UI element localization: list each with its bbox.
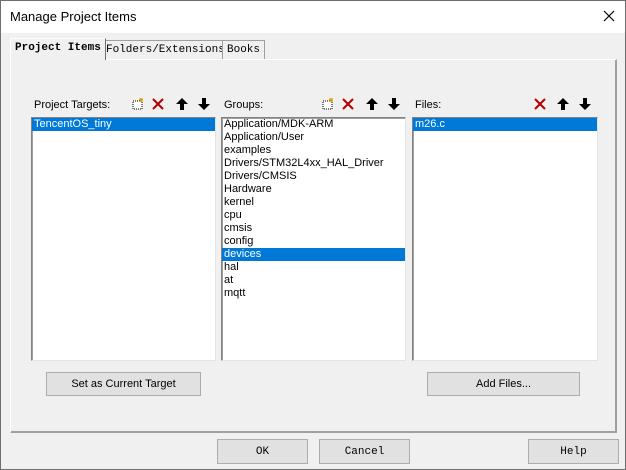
new-item-icon [322,98,333,110]
window-title: Manage Project Items [10,9,137,24]
move-group-down-button[interactable] [385,95,403,113]
files-list[interactable]: m26.c [412,117,598,361]
list-item[interactable]: at [222,274,405,287]
list-item[interactable]: TencentOS_tiny [32,118,215,131]
files-label: Files: [415,99,442,111]
new-item-icon [132,98,143,110]
list-item[interactable]: kernel [222,196,405,209]
delete-file-button[interactable] [531,95,549,113]
project-targets-label: Project Targets: [34,99,111,111]
close-button[interactable] [593,1,625,31]
list-item[interactable]: hal [222,261,405,274]
move-file-up-button[interactable] [554,95,572,113]
move-group-up-button[interactable] [363,95,381,113]
groups-label: Groups: [224,99,264,111]
tab-project-items[interactable]: Project Items [10,38,106,60]
title-bar: Manage Project Items [1,1,625,33]
list-item[interactable]: Drivers/CMSIS [222,170,405,183]
manage-project-items-dialog: Manage Project Items Project Items Folde… [0,0,626,470]
groups-header: Groups: [221,94,406,116]
move-file-down-button[interactable] [576,95,594,113]
help-button[interactable]: Help [528,439,619,464]
new-target-button[interactable] [129,95,147,113]
move-down-icon [388,98,400,110]
set-as-current-target-button[interactable]: Set as Current Target [46,372,201,396]
list-item[interactable]: Drivers/STM32L4xx_HAL_Driver [222,157,405,170]
list-item[interactable]: config [222,235,405,248]
ok-button[interactable]: OK [217,439,308,464]
delete-group-button[interactable] [339,95,357,113]
groups-list[interactable]: Application/MDK-ARM Application/User examp… [221,117,406,361]
move-up-icon [366,98,378,110]
tab-folders-extensions[interactable]: Folders/Extensions [101,40,230,59]
delete-icon [534,98,546,110]
cancel-button[interactable]: Cancel [319,439,410,464]
project-targets-list[interactable]: TencentOS_tiny [31,117,216,361]
move-down-icon [198,98,210,110]
list-item[interactable]: Application/MDK-ARM [222,118,405,131]
move-down-icon [579,98,591,110]
delete-icon [152,98,164,110]
move-target-down-button[interactable] [195,95,213,113]
new-group-button[interactable] [319,95,337,113]
list-item[interactable]: Application/User [222,131,405,144]
close-icon [603,10,615,22]
delete-icon [342,98,354,110]
list-item[interactable]: devices [222,248,405,261]
list-item[interactable]: examples [222,144,405,157]
move-target-up-button[interactable] [173,95,191,113]
tab-books[interactable]: Books [222,40,266,59]
files-header: Files: [412,94,598,116]
project-targets-header: Project Targets: [31,94,216,116]
list-item[interactable]: Hardware [222,183,405,196]
list-item[interactable]: cmsis [222,222,405,235]
move-up-icon [176,98,188,110]
list-item[interactable]: cpu [222,209,405,222]
list-item[interactable]: mqtt [222,287,405,300]
list-item[interactable]: m26.c [413,118,597,131]
move-up-icon [557,98,569,110]
add-files-button[interactable]: Add Files... [427,372,580,396]
delete-target-button[interactable] [149,95,167,113]
